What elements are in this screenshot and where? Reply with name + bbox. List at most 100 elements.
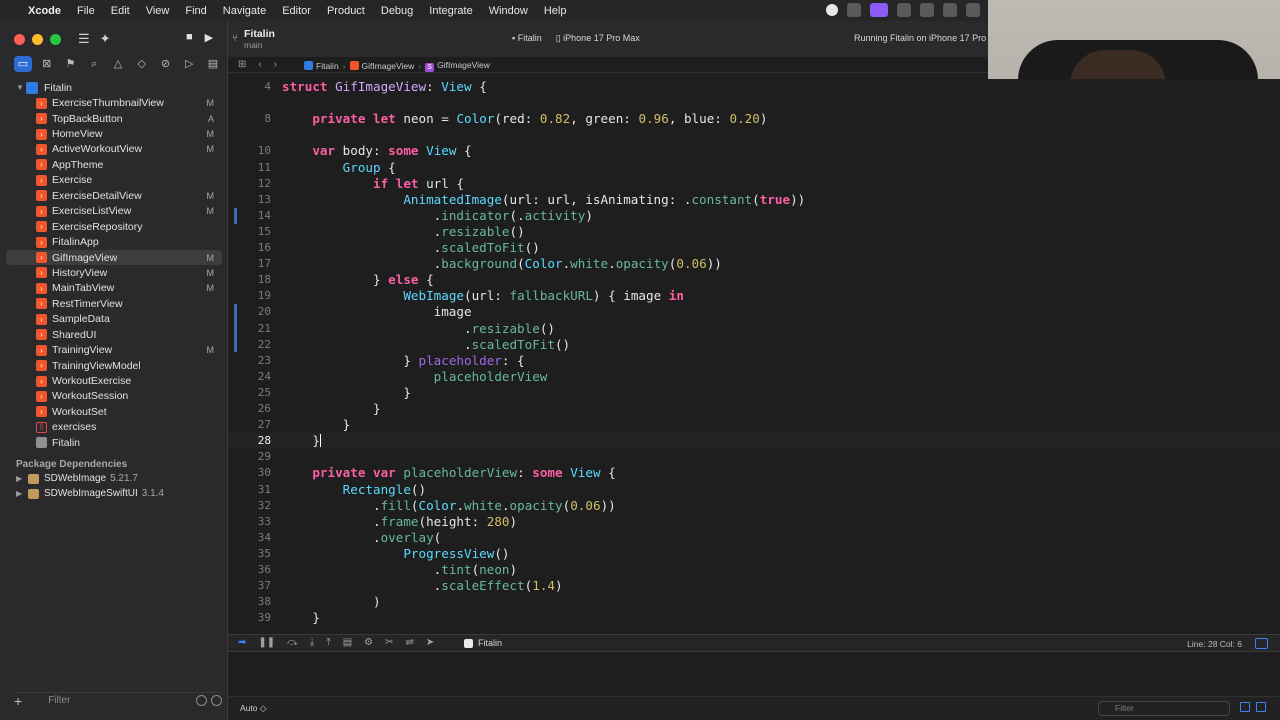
- variables-view-icon[interactable]: [1240, 702, 1250, 712]
- code-text[interactable]: } placeholder: {: [282, 353, 524, 369]
- menu-debug[interactable]: Debug: [381, 5, 413, 17]
- menu-edit[interactable]: Edit: [111, 5, 130, 17]
- debug-console[interactable]: Auto ◇ Filter: [228, 652, 1280, 720]
- disclosure-triangle-icon[interactable]: ▶: [16, 489, 28, 498]
- file-item-sampledata[interactable]: › SampleData: [0, 312, 228, 327]
- source-editor[interactable]: 4 struct GifImageView: View { 8 private le…: [228, 79, 1280, 630]
- location-arrow-icon[interactable]: ➤: [426, 637, 434, 648]
- package-item-sdwebimage[interactable]: ▶ SDWebImage 5.21.7: [16, 473, 138, 484]
- file-item-trainingview[interactable]: › TrainingView M: [0, 342, 228, 357]
- code-line[interactable]: 34 .overlay(: [228, 530, 1280, 546]
- step-into-icon[interactable]: ⤓: [310, 637, 314, 648]
- navigator-toggle-icon[interactable]: ☰: [78, 31, 90, 47]
- code-text[interactable]: ProgressView(): [282, 546, 509, 562]
- add-file-icon[interactable]: +: [14, 693, 22, 709]
- code-line[interactable]: 28 }: [228, 433, 1280, 450]
- code-line[interactable]: 38 ): [228, 594, 1280, 610]
- code-text[interactable]: AnimatedImage(url: url, isAnimating: .co…: [282, 192, 805, 208]
- run-destination[interactable]: ▪ Fitalin ▯ iPhone 17 Pro Max: [512, 33, 640, 44]
- screen-share-icon[interactable]: [870, 3, 888, 17]
- simulate-location-icon[interactable]: ⇌: [406, 637, 414, 648]
- code-text[interactable]: placeholderView: [282, 369, 548, 385]
- disclosure-triangle-icon[interactable]: ▶: [16, 474, 28, 483]
- pause-icon[interactable]: ❚❚: [258, 637, 275, 648]
- code-line[interactable]: 26 }: [228, 401, 1280, 417]
- file-item-homeview[interactable]: › HomeView M: [0, 126, 228, 141]
- minimize-window-button[interactable]: [32, 34, 43, 45]
- code-text[interactable]: .frame(height: 280): [282, 514, 517, 530]
- navigator-filter-input[interactable]: Filter: [48, 695, 70, 706]
- colorsync-icon[interactable]: [847, 3, 861, 17]
- code-line[interactable]: 18 } else {: [228, 272, 1280, 288]
- code-line[interactable]: 39 }: [228, 610, 1280, 626]
- code-line[interactable]: 31 Rectangle(): [228, 482, 1280, 498]
- folder-icon[interactable]: ▭: [14, 56, 32, 72]
- code-text[interactable]: }: [282, 417, 351, 433]
- code-line[interactable]: 29: [228, 449, 1280, 465]
- breadcrumb-file[interactable]: GifImageView: [349, 61, 414, 71]
- code-line[interactable]: 8 private let neon = Color(red: 0.82, gr…: [228, 111, 1280, 127]
- code-text[interactable]: .indicator(.activity): [282, 208, 593, 224]
- code-text[interactable]: .scaleEffect(1.4): [282, 578, 563, 594]
- code-line[interactable]: 12 if let url {: [228, 176, 1280, 192]
- file-item-resttimerview[interactable]: › RestTimerView: [0, 296, 228, 311]
- menu-integrate[interactable]: Integrate: [429, 5, 472, 17]
- file-item-exercise[interactable]: › Exercise: [0, 173, 228, 188]
- menu-product[interactable]: Product: [327, 5, 365, 17]
- source-control-filter-icon[interactable]: [211, 695, 222, 706]
- code-line[interactable]: 10 var body: some View {: [228, 143, 1280, 159]
- close-window-button[interactable]: [14, 34, 25, 45]
- code-text[interactable]: .fill(Color.white.opacity(0.06)): [282, 498, 616, 514]
- file-item-fitalinapp[interactable]: › FitalinApp: [0, 234, 228, 249]
- code-line[interactable]: 24 placeholderView: [228, 369, 1280, 385]
- zoom-window-button[interactable]: [50, 34, 61, 45]
- code-text[interactable]: private let neon = Color(red: 0.82, gree…: [282, 111, 767, 127]
- code-line[interactable]: 4 struct GifImageView: View {: [228, 79, 1280, 95]
- code-text[interactable]: }: [282, 610, 320, 626]
- menu-editor[interactable]: Editor: [282, 5, 311, 17]
- panel-toggle-icon[interactable]: [1255, 638, 1268, 649]
- code-text[interactable]: .background(Color.white.opacity(0.06)): [282, 256, 722, 272]
- step-out-icon[interactable]: ⤒: [326, 637, 330, 648]
- file-item-exercises-folder[interactable]: {} exercises: [0, 420, 228, 435]
- n-app-icon[interactable]: [943, 3, 957, 17]
- recent-files-icon[interactable]: [196, 695, 207, 706]
- code-line[interactable]: 23 } placeholder: {: [228, 353, 1280, 369]
- debug-target[interactable]: Fitalin: [464, 638, 502, 648]
- code-text[interactable]: Rectangle(): [282, 482, 426, 498]
- test-icon[interactable]: ◇: [133, 56, 151, 72]
- record-icon[interactable]: [826, 4, 838, 16]
- menu-navigate[interactable]: Navigate: [223, 5, 266, 17]
- environment-overrides-icon[interactable]: ✂: [385, 637, 393, 648]
- file-item-exercisedetailview[interactable]: › ExerciseDetailView M: [0, 188, 228, 203]
- file-item-exerciselistview[interactable]: › ExerciseListView M: [0, 204, 228, 219]
- code-text[interactable]: }: [282, 401, 381, 417]
- code-line[interactable]: 30 private var placeholderView: some Vie…: [228, 465, 1280, 481]
- run-button[interactable]: ▶: [205, 31, 213, 44]
- scheme-title[interactable]: Fitalin main: [244, 28, 275, 50]
- code-line[interactable]: 21 .resizable(): [228, 321, 1280, 337]
- code-text[interactable]: var body: some View {: [282, 143, 471, 159]
- source-control-icon[interactable]: ⊠: [38, 56, 56, 72]
- code-text[interactable]: struct GifImageView: View {: [282, 79, 487, 95]
- code-line[interactable]: 13 AnimatedImage(url: url, isAnimating: …: [228, 192, 1280, 208]
- code-line[interactable]: 25 }: [228, 385, 1280, 401]
- code-line[interactable]: 35 ProgressView(): [228, 546, 1280, 562]
- file-item-historyview[interactable]: › HistoryView M: [0, 265, 228, 280]
- breadcrumb-symbol[interactable]: S GifImageView: [425, 60, 490, 72]
- project-root-item[interactable]: ▼ Fitalin: [0, 80, 228, 95]
- breadcrumb-project[interactable]: Fitalin: [304, 61, 339, 71]
- file-item-trainingviewmodel[interactable]: › TrainingViewModel: [0, 358, 228, 373]
- variables-mode-select[interactable]: Auto ◇: [240, 703, 266, 714]
- menu-file[interactable]: File: [77, 5, 95, 17]
- code-text[interactable]: .scaledToFit(): [282, 337, 570, 353]
- code-text[interactable]: }: [282, 385, 411, 401]
- code-line[interactable]: 32 .fill(Color.white.opacity(0.06)): [228, 498, 1280, 514]
- step-over-icon[interactable]: ⤼: [287, 637, 298, 648]
- code-line[interactable]: [228, 95, 1280, 111]
- back-arrow-icon[interactable]: ‹: [258, 59, 261, 70]
- console-filter-input[interactable]: Filter: [1098, 701, 1230, 716]
- code-line[interactable]: 14 .indicator(.activity): [228, 208, 1280, 224]
- stop-button[interactable]: ■: [186, 31, 193, 44]
- network-icon[interactable]: [920, 3, 934, 17]
